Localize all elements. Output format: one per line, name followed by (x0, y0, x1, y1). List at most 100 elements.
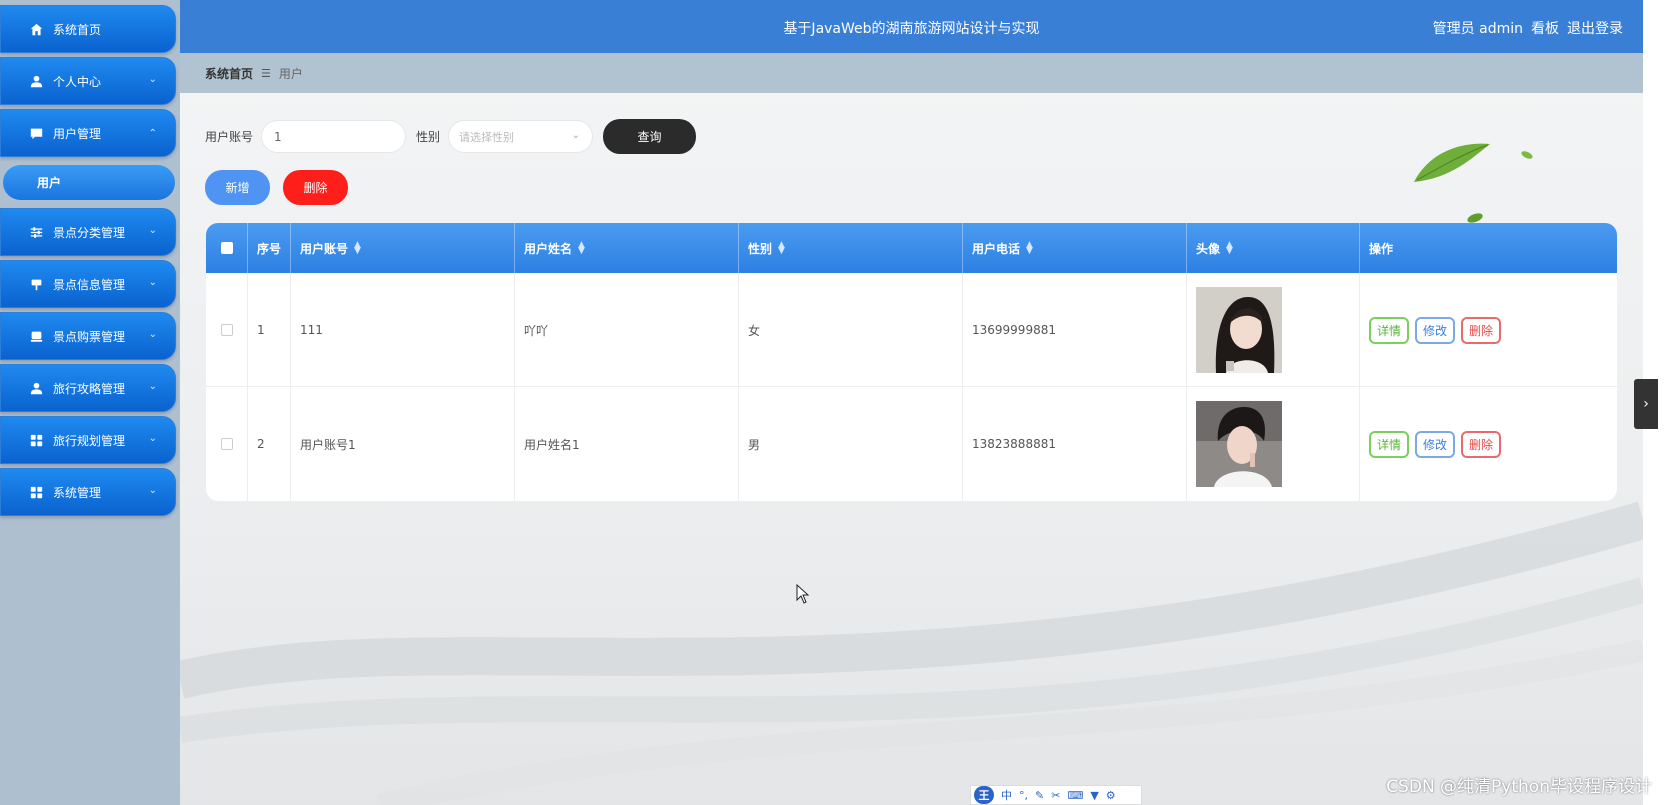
row-checkbox[interactable] (220, 438, 233, 450)
account-input-value: 1 (274, 129, 282, 144)
detail-button[interactable]: 详情 (1369, 316, 1410, 344)
grid-icon (29, 485, 43, 499)
column-header-index: 序号 (248, 223, 291, 273)
query-button[interactable]: 查询 (603, 119, 697, 154)
ime-mode-label[interactable]: 中 (1001, 787, 1012, 803)
sidebar-item-label: 景点信息管理 (53, 277, 126, 292)
select-all-cell (206, 223, 248, 273)
app-title: 基于JavaWeb的湖南旅游网站设计与实现 (783, 21, 1040, 37)
sidebar-item-travel-plan[interactable]: 旅行规划管理 ⌄ (0, 416, 176, 464)
avatar[interactable] (1196, 401, 1282, 487)
avatar-cell (1187, 387, 1360, 501)
chevron-down-icon: ⌄ (148, 225, 157, 236)
grid-icon (29, 433, 43, 447)
chevron-up-icon: ⌃ (148, 128, 157, 139)
breadcrumb-separator-icon: ☰ (261, 66, 271, 80)
sidebar-item-attraction-info[interactable]: 景点信息管理 ⌄ (0, 260, 176, 308)
detail-button[interactable]: 详情 (1369, 430, 1410, 458)
ime-toolbar[interactable]: 王 中 °, ✎ ✂ ⌨ ▼ ⚙ (970, 785, 1142, 805)
index-cell: 2 (248, 387, 291, 501)
board-link[interactable]: 看板 (1531, 18, 1559, 38)
sidebar-item-label: 个人中心 (53, 74, 102, 89)
add-button[interactable]: 新增 (205, 170, 270, 205)
column-header-avatar[interactable]: 头像 ▲ ▼ (1187, 223, 1360, 273)
keyboard-icon[interactable]: ⌨ (1067, 789, 1083, 802)
chat-icon (29, 126, 43, 140)
row-select-cell (206, 273, 248, 387)
gender-select[interactable]: 请选择性别 ⌄ (448, 120, 594, 153)
table-header: 序号 用户账号 ▲ ▼ 用户姓名 ▲ ▼ 性别 ▲ ▼ 用户电话 ▲ ▼ 头像 ▲ ▼ 操作 (206, 223, 1617, 273)
breadcrumb-home[interactable]: 系统首页 (205, 65, 253, 82)
sidebar-item-label: 系统管理 (53, 485, 102, 500)
column-header-gender[interactable]: 性别 ▲ ▼ (739, 223, 963, 273)
action-row: 新增 删除 (205, 170, 348, 205)
sort-icon[interactable]: ▲ ▼ (578, 241, 585, 256)
sidebar-item-label: 景点分类管理 (53, 225, 126, 240)
sliders-icon (29, 225, 43, 239)
home-icon (29, 22, 43, 36)
avatar[interactable] (1196, 287, 1282, 373)
sort-icon[interactable]: ▲ ▼ (354, 241, 361, 256)
gender-cell: 女 (739, 273, 963, 387)
edit-button[interactable]: 修改 (1415, 430, 1456, 458)
main-content: 基于JavaWeb的湖南旅游网站设计与实现 管理员 admin 看板 退出登录 … (180, 0, 1643, 805)
shirt-icon[interactable]: ▼ (1090, 789, 1098, 802)
sort-icon[interactable]: ▲ ▼ (1226, 241, 1233, 256)
breadcrumb: 系统首页 ☰ 用户 (180, 53, 1643, 93)
column-header-name[interactable]: 用户姓名 ▲ ▼ (515, 223, 739, 273)
sidebar-item-user-management[interactable]: 用户管理 ⌃ (0, 109, 176, 157)
account-search-input[interactable]: 1 (261, 120, 407, 153)
sidebar-item-label: 系统首页 (53, 22, 102, 37)
remove-button[interactable]: 删除 (1461, 430, 1502, 458)
chevron-down-icon: ⌄ (148, 485, 157, 496)
table-row: 2 用户账号1 用户姓名1 男 13823888881 详情 修改 删除 (206, 387, 1617, 501)
pen-icon[interactable]: ✎ (1035, 789, 1044, 802)
index-cell: 1 (248, 273, 291, 387)
ime-logo-icon: 王 (974, 786, 994, 804)
sidebar-item-ticket[interactable]: 景点购票管理 ⌄ (0, 312, 176, 360)
sidebar-subitem-user[interactable]: 用户 (3, 165, 175, 200)
user-table: 序号 用户账号 ▲ ▼ 用户姓名 ▲ ▼ 性别 ▲ ▼ 用户电话 ▲ ▼ 头像 ▲ ▼ 操作 (206, 223, 1617, 501)
sidebar-item-label: 用户管理 (53, 126, 102, 141)
select-all-checkbox[interactable] (220, 242, 233, 254)
sidebar-item-home[interactable]: 系统首页 (0, 5, 176, 53)
edit-button[interactable]: 修改 (1415, 316, 1456, 344)
chevron-right-icon[interactable]: › (1634, 379, 1658, 429)
scissors-icon[interactable]: ✂ (1051, 789, 1060, 802)
breadcrumb-current: 用户 (278, 66, 303, 81)
gender-select-placeholder: 请选择性别 (459, 130, 515, 144)
ime-punctuation-icon[interactable]: °, (1019, 789, 1028, 802)
sort-icon[interactable]: ▲ ▼ (1026, 241, 1033, 256)
sort-icon[interactable]: ▲ ▼ (778, 241, 785, 256)
watermark: CSDN @纯清Python毕设程序设计 (1386, 777, 1652, 797)
name-cell: 吖吖 (515, 273, 739, 387)
account-cell: 用户账号1 (291, 387, 515, 501)
chevron-down-icon: ⌄ (571, 130, 581, 141)
name-cell: 用户姓名1 (515, 387, 739, 501)
column-header-account[interactable]: 用户账号 ▲ ▼ (291, 223, 515, 273)
chevron-down-icon: ⌄ (148, 329, 157, 340)
column-header-phone[interactable]: 用户电话 ▲ ▼ (963, 223, 1187, 273)
column-header-actions: 操作 (1369, 241, 1394, 256)
sidebar-item-travel-guide[interactable]: 旅行攻略管理 ⌄ (0, 364, 176, 412)
sidebar-item-attraction-category[interactable]: 景点分类管理 ⌄ (0, 208, 176, 256)
top-bar: 基于JavaWeb的湖南旅游网站设计与实现 管理员 admin 看板 退出登录 (180, 0, 1643, 53)
phone-cell: 13823888881 (963, 387, 1187, 501)
bulk-delete-button[interactable]: 删除 (283, 170, 348, 205)
logout-link[interactable]: 退出登录 (1567, 18, 1623, 38)
gear-icon[interactable]: ⚙ (1106, 789, 1116, 802)
gender-cell: 男 (739, 387, 963, 501)
chevron-down-icon: ⌄ (148, 381, 157, 392)
account-cell: 111 (291, 273, 515, 387)
gender-label: 性别 (416, 130, 441, 144)
leaf-decoration-icon (1414, 143, 1490, 182)
chevron-down-icon: ⌄ (148, 433, 157, 444)
phone-cell: 13699999881 (963, 273, 1187, 387)
sidebar-item-personal-center[interactable]: 个人中心 ⌄ (0, 57, 176, 105)
table-row: 1 111 吖吖 女 13699999881 详情 修改 删除 (206, 273, 1617, 387)
background-swoosh-decoration (180, 501, 1643, 805)
row-select-cell (206, 387, 248, 501)
sidebar-item-system[interactable]: 系统管理 ⌄ (0, 468, 176, 516)
row-checkbox[interactable] (220, 324, 233, 336)
remove-button[interactable]: 删除 (1461, 316, 1502, 344)
